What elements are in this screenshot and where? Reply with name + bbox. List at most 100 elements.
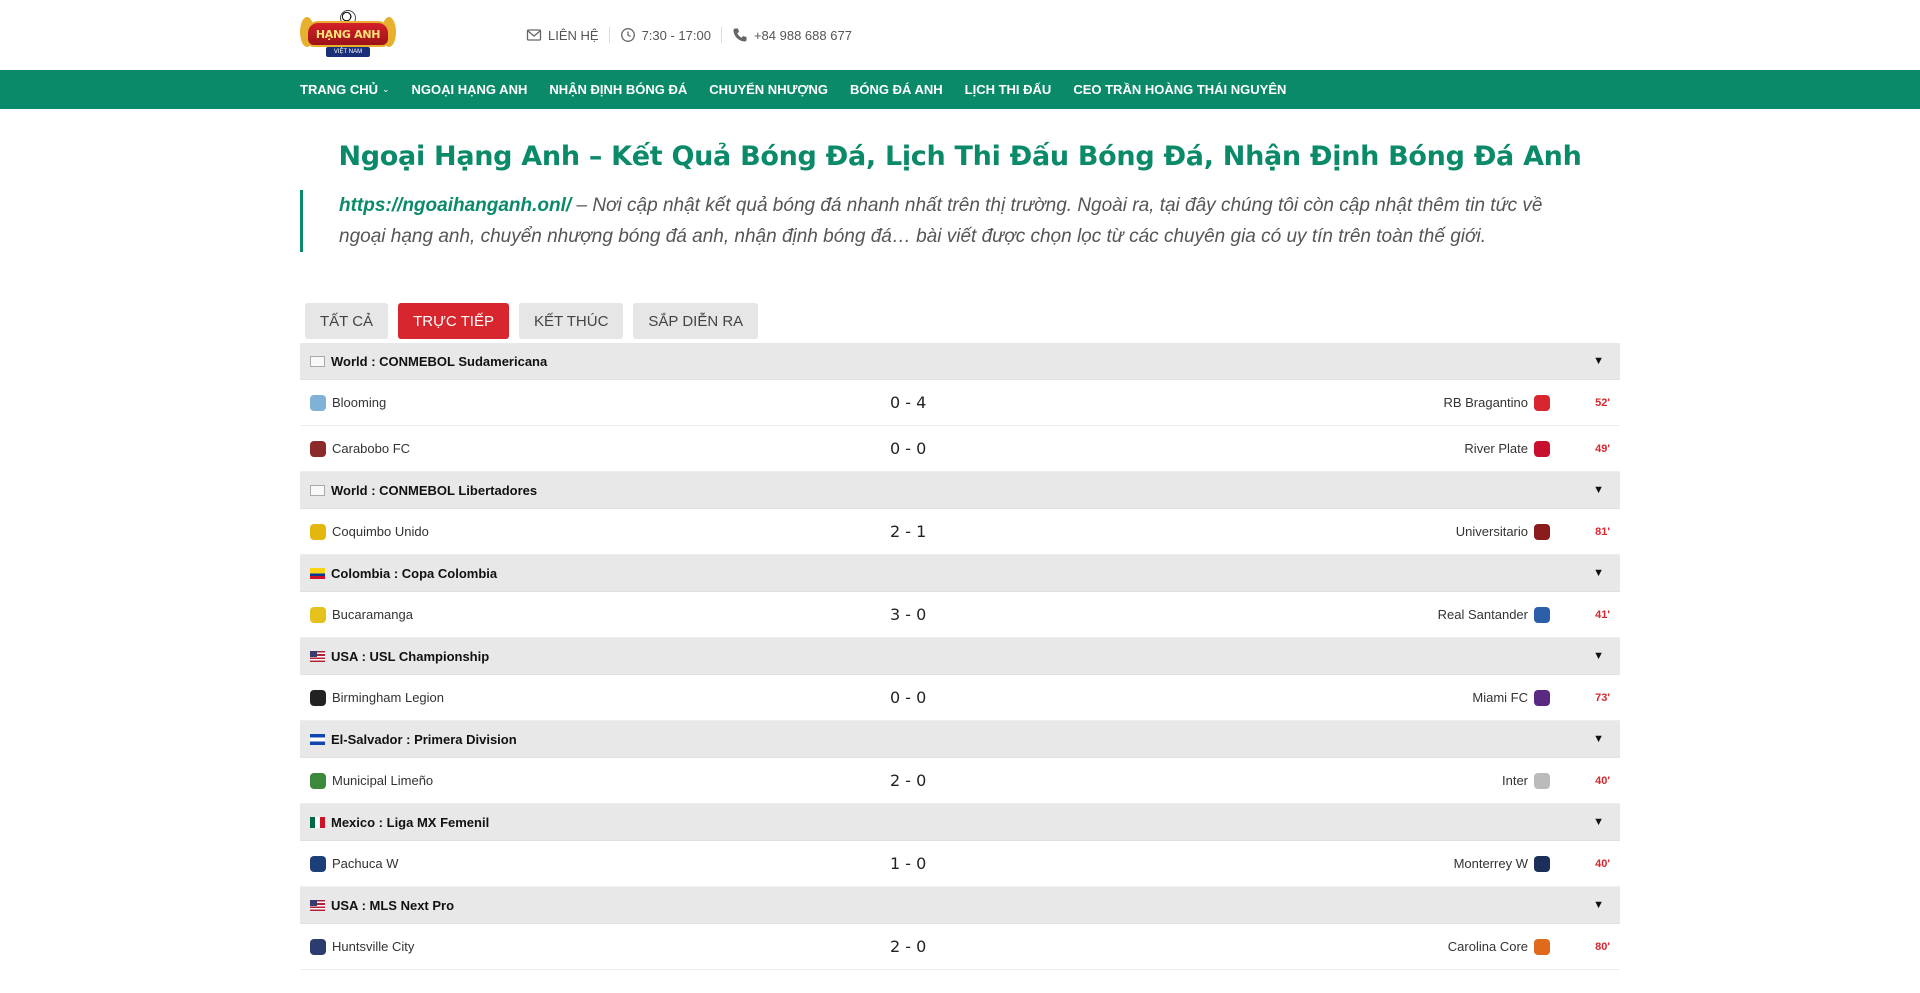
away-team-crest-icon xyxy=(1534,772,1550,789)
broken-image-icon xyxy=(310,355,325,367)
collapse-arrow-icon[interactable]: ▼ xyxy=(1593,567,1604,579)
league-name: El-Salvador : Primera Division xyxy=(331,731,517,747)
site-link[interactable]: https://ngoaihanganh.onl/ xyxy=(339,195,571,216)
chevron-down-icon: ⌄ xyxy=(382,84,390,94)
collapse-arrow-icon[interactable]: ▼ xyxy=(1593,650,1604,662)
hours-text: 7:30 - 17:00 xyxy=(641,27,711,43)
home-team-name: Blooming xyxy=(332,395,387,410)
league-header[interactable]: Colombia : Copa Colombia ▼ xyxy=(300,555,1620,592)
away-team-name: Miami FC xyxy=(1472,690,1528,705)
intro-quote: https://ngoaihanganh.onl/ – Nơi cập nhật… xyxy=(300,190,1620,252)
nav-item-premier-league[interactable]: NGOẠI HẠNG ANH xyxy=(412,82,528,97)
league-name: World : CONMEBOL Libertadores xyxy=(331,482,538,498)
away-team-crest-icon xyxy=(1534,523,1550,540)
nav-item-ceo[interactable]: CEO TRẦN HOÀNG THÁI NGUYÊN xyxy=(1073,82,1286,97)
nav-item-home[interactable]: TRANG CHỦ ⌄ xyxy=(300,82,390,97)
nav-item-english-football[interactable]: BÓNG ĐÁ ANH xyxy=(850,82,943,97)
match-score: 2 - 1 xyxy=(890,522,927,541)
site-logo[interactable]: HẠNG ANH VIỆT NAM xyxy=(300,7,396,63)
match-score: 3 - 0 xyxy=(890,605,927,624)
match-score: 2 - 0 xyxy=(890,771,927,790)
nav-label: NGOẠI HẠNG ANH xyxy=(411,82,528,97)
match-minute: 52' xyxy=(1595,396,1610,409)
match-minute: 73' xyxy=(1595,691,1610,704)
home-team: Pachuca W xyxy=(310,855,398,872)
away-team-crest-icon xyxy=(1534,440,1550,457)
page-title: Ngoại Hạng Anh – Kết Quả Bóng Đá, Lịch T… xyxy=(338,141,1582,172)
match-minute: 40' xyxy=(1595,857,1610,870)
away-team-name: Carolina Core xyxy=(1447,939,1528,954)
league-header[interactable]: USA : USL Championship ▼ xyxy=(300,638,1620,675)
nav-item-transfers[interactable]: CHUYỂN NHƯỢNG xyxy=(709,82,828,97)
home-team-crest-icon xyxy=(310,855,326,872)
nav-item-predictions[interactable]: NHẬN ĐỊNH BÓNG ĐÁ xyxy=(549,82,687,97)
home-team: Blooming xyxy=(310,394,387,411)
tab-all[interactable]: TẤT CẢ xyxy=(305,303,389,339)
match-list: World : CONMEBOL Sudamericana ▼ Blooming 0 … xyxy=(300,343,1620,970)
home-team-crest-icon xyxy=(310,772,326,789)
match-minute: 41' xyxy=(1595,608,1610,621)
nav-item-schedule[interactable]: LỊCH THI ĐẤU xyxy=(965,82,1052,97)
main-content: Ngoại Hạng Anh – Kết Quả Bóng Đá, Lịch T… xyxy=(300,109,1620,970)
phone-text: +84 988 688 677 xyxy=(753,27,852,43)
clock-icon xyxy=(620,28,635,42)
collapse-arrow-icon[interactable]: ▼ xyxy=(1593,733,1604,745)
match-minute: 49' xyxy=(1595,442,1610,455)
collapse-arrow-icon[interactable]: ▼ xyxy=(1593,355,1604,367)
away-team-crest-icon xyxy=(1534,855,1550,872)
match-row[interactable]: Blooming 0 - 4 RB Bragantino 52' xyxy=(300,380,1620,426)
league-header[interactable]: El-Salvador : Primera Division ▼ xyxy=(300,721,1620,758)
home-team: Carabobo FC xyxy=(310,440,411,457)
match-row[interactable]: Municipal Limeño 2 - 0 Inter 40' xyxy=(300,758,1620,804)
match-score: 2 - 0 xyxy=(890,937,927,956)
match-row[interactable]: Carabobo FC 0 - 0 River Plate 49' xyxy=(300,426,1620,472)
away-team-name: RB Bragantino xyxy=(1443,395,1528,410)
home-team-crest-icon xyxy=(310,394,326,411)
home-team-crest-icon xyxy=(310,606,326,623)
tab-live[interactable]: TRỰC TIẾP xyxy=(398,303,509,339)
home-team-name: Carabobo FC xyxy=(332,441,411,456)
league-header[interactable]: World : CONMEBOL Libertadores ▼ xyxy=(300,472,1620,509)
match-row[interactable]: Huntsville City 2 - 0 Carolina Core 80' xyxy=(300,924,1620,970)
collapse-arrow-icon[interactable]: ▼ xyxy=(1593,484,1604,496)
match-score: 1 - 0 xyxy=(890,854,927,873)
home-team: Bucaramanga xyxy=(310,606,413,623)
home-team-name: Huntsville City xyxy=(332,939,415,954)
home-team-crest-icon xyxy=(310,440,326,457)
home-team-name: Birmingham Legion xyxy=(332,690,445,705)
match-score: 0 - 4 xyxy=(890,393,927,412)
away-team-name: River Plate xyxy=(1464,441,1528,456)
league-header[interactable]: USA : MLS Next Pro ▼ xyxy=(300,887,1620,924)
opening-hours: 7:30 - 17:00 xyxy=(610,27,721,43)
league-name: USA : MLS Next Pro xyxy=(331,897,455,913)
phone-link[interactable]: +84 988 688 677 xyxy=(722,27,862,43)
league-header[interactable]: World : CONMEBOL Sudamericana ▼ xyxy=(300,343,1620,380)
contact-link[interactable]: LIÊN HỆ xyxy=(526,27,609,43)
match-row[interactable]: Coquimbo Unido 2 - 1 Universitario 81' xyxy=(300,509,1620,555)
nav-label: NHẬN ĐỊNH BÓNG ĐÁ xyxy=(549,82,688,97)
away-team-name: Inter xyxy=(1501,773,1528,788)
away-team-crest-icon xyxy=(1534,938,1550,955)
match-row[interactable]: Pachuca W 1 - 0 Monterrey W 40' xyxy=(300,841,1620,887)
away-team-crest-icon xyxy=(1534,689,1550,706)
match-minute: 40' xyxy=(1595,774,1610,787)
home-team-crest-icon xyxy=(310,523,326,540)
nav-label: BÓNG ĐÁ ANH xyxy=(849,82,943,97)
home-team: Municipal Limeño xyxy=(310,772,433,789)
home-team: Huntsville City xyxy=(310,938,415,955)
collapse-arrow-icon[interactable]: ▼ xyxy=(1593,899,1604,911)
away-team: River Plate xyxy=(1464,440,1550,457)
tab-finished[interactable]: KẾT THÚC xyxy=(518,303,624,339)
nav-label: CHUYỂN NHƯỢNG xyxy=(709,82,828,97)
away-team: RB Bragantino xyxy=(1443,394,1550,411)
league-name: World : CONMEBOL Sudamericana xyxy=(331,353,548,369)
match-row[interactable]: Birmingham Legion 0 - 0 Miami FC 73' xyxy=(300,675,1620,721)
away-team: Miami FC xyxy=(1472,689,1550,706)
phone-icon xyxy=(733,28,747,42)
logo-banner: HẠNG ANH xyxy=(306,21,390,47)
collapse-arrow-icon[interactable]: ▼ xyxy=(1593,816,1604,828)
tab-upcoming[interactable]: SẮP DIỄN RA xyxy=(633,303,759,339)
home-team-crest-icon xyxy=(310,689,326,706)
match-row[interactable]: Bucaramanga 3 - 0 Real Santander 41' xyxy=(300,592,1620,638)
league-header[interactable]: Mexico : Liga MX Femenil ▼ xyxy=(300,804,1620,841)
